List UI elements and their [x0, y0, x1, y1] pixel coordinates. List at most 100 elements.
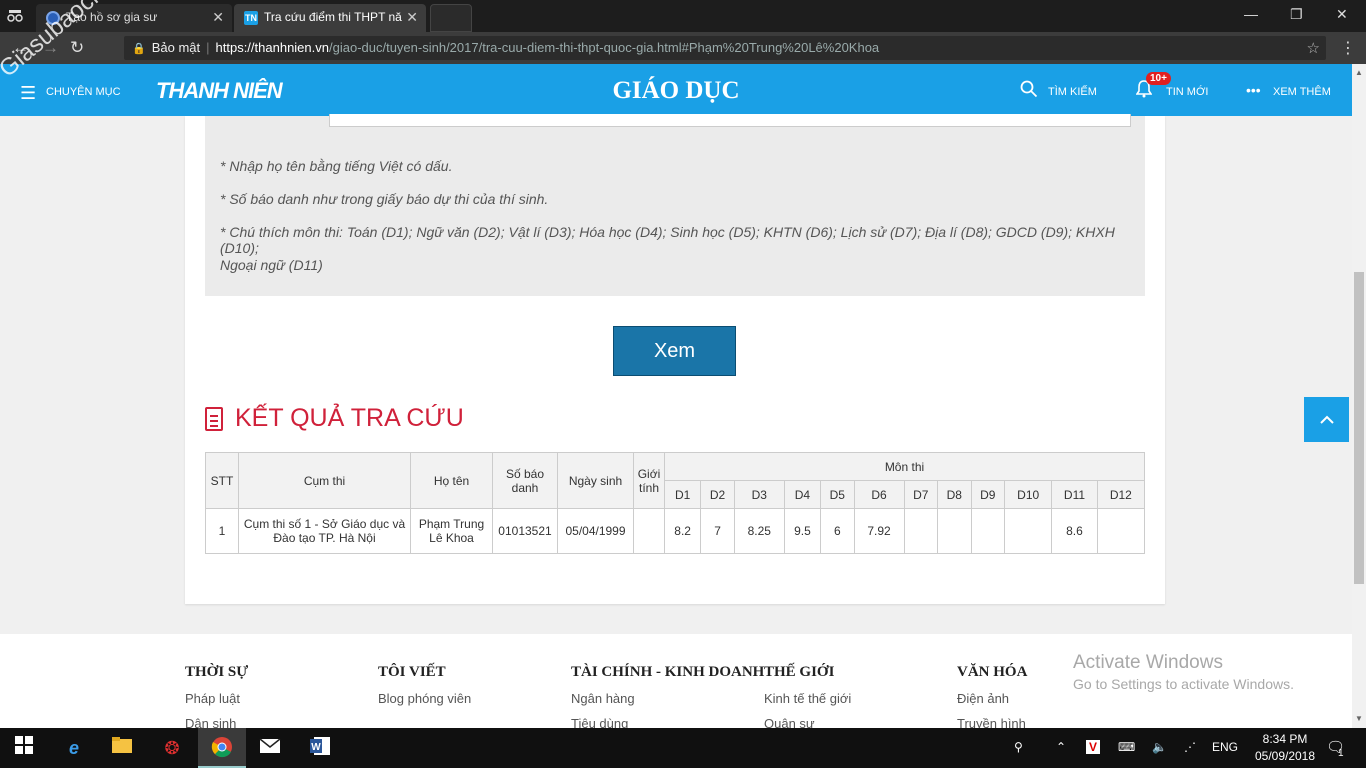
new-posts-label[interactable]: TIN MỚI — [1166, 86, 1208, 98]
windows-taskbar: e ❂ W ⚲ ⌃ V ⌨ 🔈 ⋰ ENG 8:34 PM 05/09/2018… — [0, 728, 1366, 768]
cell-score — [937, 508, 972, 554]
input-method-icon[interactable]: ⌨ — [1118, 740, 1135, 754]
page-scrollbar[interactable]: ▲ ▼ — [1352, 64, 1366, 728]
reload-icon[interactable]: ↻ — [70, 38, 84, 58]
header-name: Họ tên — [410, 452, 493, 509]
restore-icon[interactable]: ❐ — [1290, 6, 1303, 23]
cell-score: 6 — [820, 508, 855, 554]
tray-chevron-icon[interactable]: ⌃ — [1056, 740, 1066, 754]
chrome-icon[interactable] — [210, 736, 234, 760]
result-table: STT Cụm thi Họ tên Số báo danh Ngày sinh… — [205, 452, 1146, 554]
footer-column: VĂN HÓA Điện ảnh Truyền hình — [957, 664, 1027, 731]
note-line: Ngoại ngữ (D11) — [220, 257, 323, 273]
tab-title: Tra cứu điểm thi THPT nă — [264, 10, 402, 24]
wifi-icon[interactable]: ⋰ — [1184, 740, 1196, 754]
subject-code: D7 — [903, 480, 939, 509]
form-notes-box: * Nhập họ tên bằng tiếng Việt có dấu. * … — [205, 114, 1145, 296]
cell-sbd: 01013521 — [492, 508, 558, 554]
favicon-icon: TN — [244, 11, 258, 25]
footer-column: TÀI CHÍNH - KINH DOANH Ngân hàng Tiêu dù… — [571, 664, 764, 731]
activate-subtitle: Go to Settings to activate Windows. — [1073, 676, 1294, 692]
people-icon[interactable]: ⚲ — [1014, 740, 1023, 754]
file-explorer-icon[interactable] — [110, 736, 134, 760]
browser-toolbar: ← → ↻ 🔒 Bảo mật | https://thanhnien.vn/giao… — [0, 32, 1366, 64]
new-tab-button[interactable] — [430, 4, 472, 32]
cell-score — [903, 508, 939, 554]
scroll-down-arrow-icon[interactable]: ▼ — [1355, 714, 1363, 723]
cell-dob: 05/04/1999 — [557, 508, 634, 554]
browser-menu-icon[interactable]: ⋮ — [1340, 38, 1356, 58]
footer-link[interactable]: Kinh tế thế giới — [764, 691, 851, 706]
windows-start-icon[interactable] — [12, 736, 36, 760]
url-host: https://thanhnien.vn — [215, 40, 329, 55]
subject-code: D11 — [1051, 480, 1098, 509]
mail-icon[interactable] — [258, 736, 282, 760]
header-cluster: Cụm thi — [238, 452, 411, 509]
footer-column: THỜI SỰ Pháp luật Dân sinh — [185, 664, 248, 731]
address-bar[interactable]: 🔒 Bảo mật | https://thanhnien.vn/giao-duc/t… — [124, 36, 1326, 60]
footer-heading[interactable]: THỜI SỰ — [185, 664, 248, 681]
cell-score — [1096, 508, 1146, 554]
search-icon[interactable] — [1020, 80, 1038, 103]
clock-date: 05/09/2018 — [1254, 749, 1316, 763]
system-clock[interactable]: 8:34 PM 05/09/2018 — [1250, 731, 1320, 765]
header-dob: Ngày sinh — [557, 452, 634, 509]
edge-icon[interactable]: e — [62, 736, 86, 760]
cell-score: 8.25 — [733, 508, 785, 554]
browser-tabbar: Tạo hồ sơ gia sư ✕ TN Tra cứu điểm thi T… — [0, 0, 1366, 32]
footer-heading[interactable]: THẾ GIỚI — [764, 664, 851, 681]
subject-code: D8 — [937, 480, 972, 509]
lock-icon: 🔒 — [132, 43, 146, 55]
cell-score — [970, 508, 1006, 554]
footer-link[interactable]: Pháp luật — [185, 691, 248, 706]
subject-code: D12 — [1096, 480, 1146, 509]
bookmark-star-icon[interactable]: ☆ — [1307, 39, 1320, 57]
window-close-icon[interactable]: ✕ — [1336, 6, 1348, 23]
url-path: /giao-duc/tuyen-sinh/2017/tra-cuu-diem-t… — [329, 40, 880, 55]
name-input[interactable] — [329, 114, 1131, 127]
subject-code: D4 — [783, 480, 822, 509]
garena-icon[interactable]: ❂ — [160, 736, 184, 760]
footer-link[interactable]: Điện ảnh — [957, 691, 1027, 706]
cell-score: 8.6 — [1051, 508, 1098, 554]
cell-name: Phạm Trung Lê Khoa — [410, 508, 493, 554]
search-label[interactable]: TÌM KIẾM — [1048, 86, 1097, 98]
footer-heading[interactable]: TÀI CHÍNH - KINH DOANH — [571, 664, 764, 681]
chevron-up-icon — [1319, 415, 1334, 424]
scroll-up-arrow-icon[interactable]: ▲ — [1355, 68, 1363, 77]
cell-score: 7 — [700, 508, 735, 554]
activate-windows-notice: Activate Windows Go to Settings to activ… — [1073, 652, 1294, 692]
close-tab-icon[interactable]: ✕ — [212, 9, 224, 26]
subject-code: D5 — [820, 480, 855, 509]
subject-code: D6 — [853, 480, 905, 509]
document-icon — [205, 407, 223, 431]
browser-tab-active[interactable]: TN Tra cứu điểm thi THPT nă ✕ — [234, 4, 426, 32]
footer-heading[interactable]: TÔI VIẾT — [378, 664, 471, 681]
footer-column: TÔI VIẾT Blog phóng viên — [378, 664, 471, 706]
divider: | — [206, 40, 210, 55]
word-icon[interactable]: W — [308, 736, 332, 760]
cell-cluster: Cụm thi số 1 - Sở Giáo dục và Đào tạo TP… — [238, 508, 411, 554]
antivirus-icon[interactable]: V — [1086, 740, 1101, 754]
volume-icon[interactable]: 🔈 — [1152, 740, 1167, 754]
header-gender: Giới tính — [633, 452, 665, 509]
scroll-top-button[interactable] — [1304, 397, 1349, 442]
header-stt: STT — [205, 452, 239, 509]
subject-code: D1 — [663, 480, 702, 509]
footer-link[interactable]: Ngân hàng — [571, 691, 764, 706]
table-row: 1 Cụm thi số 1 - Sở Giáo dục và Đào tạo … — [205, 508, 1146, 554]
header-sbd: Số báo danh — [492, 452, 558, 509]
scrollbar-thumb[interactable] — [1354, 272, 1364, 584]
view-button[interactable]: Xem — [613, 326, 736, 376]
subject-code: D3 — [733, 480, 785, 509]
more-dots-icon[interactable]: ••• — [1246, 82, 1261, 98]
subject-code: D9 — [970, 480, 1006, 509]
close-tab-icon[interactable]: ✕ — [406, 9, 418, 26]
cell-score — [1004, 508, 1053, 554]
minimize-icon[interactable]: — — [1244, 6, 1258, 22]
more-label[interactable]: XEM THÊM — [1273, 86, 1331, 98]
cell-gender — [633, 508, 665, 554]
language-indicator[interactable]: ENG — [1212, 740, 1238, 754]
footer-heading[interactable]: VĂN HÓA — [957, 664, 1027, 681]
footer-link[interactable]: Blog phóng viên — [378, 691, 471, 706]
